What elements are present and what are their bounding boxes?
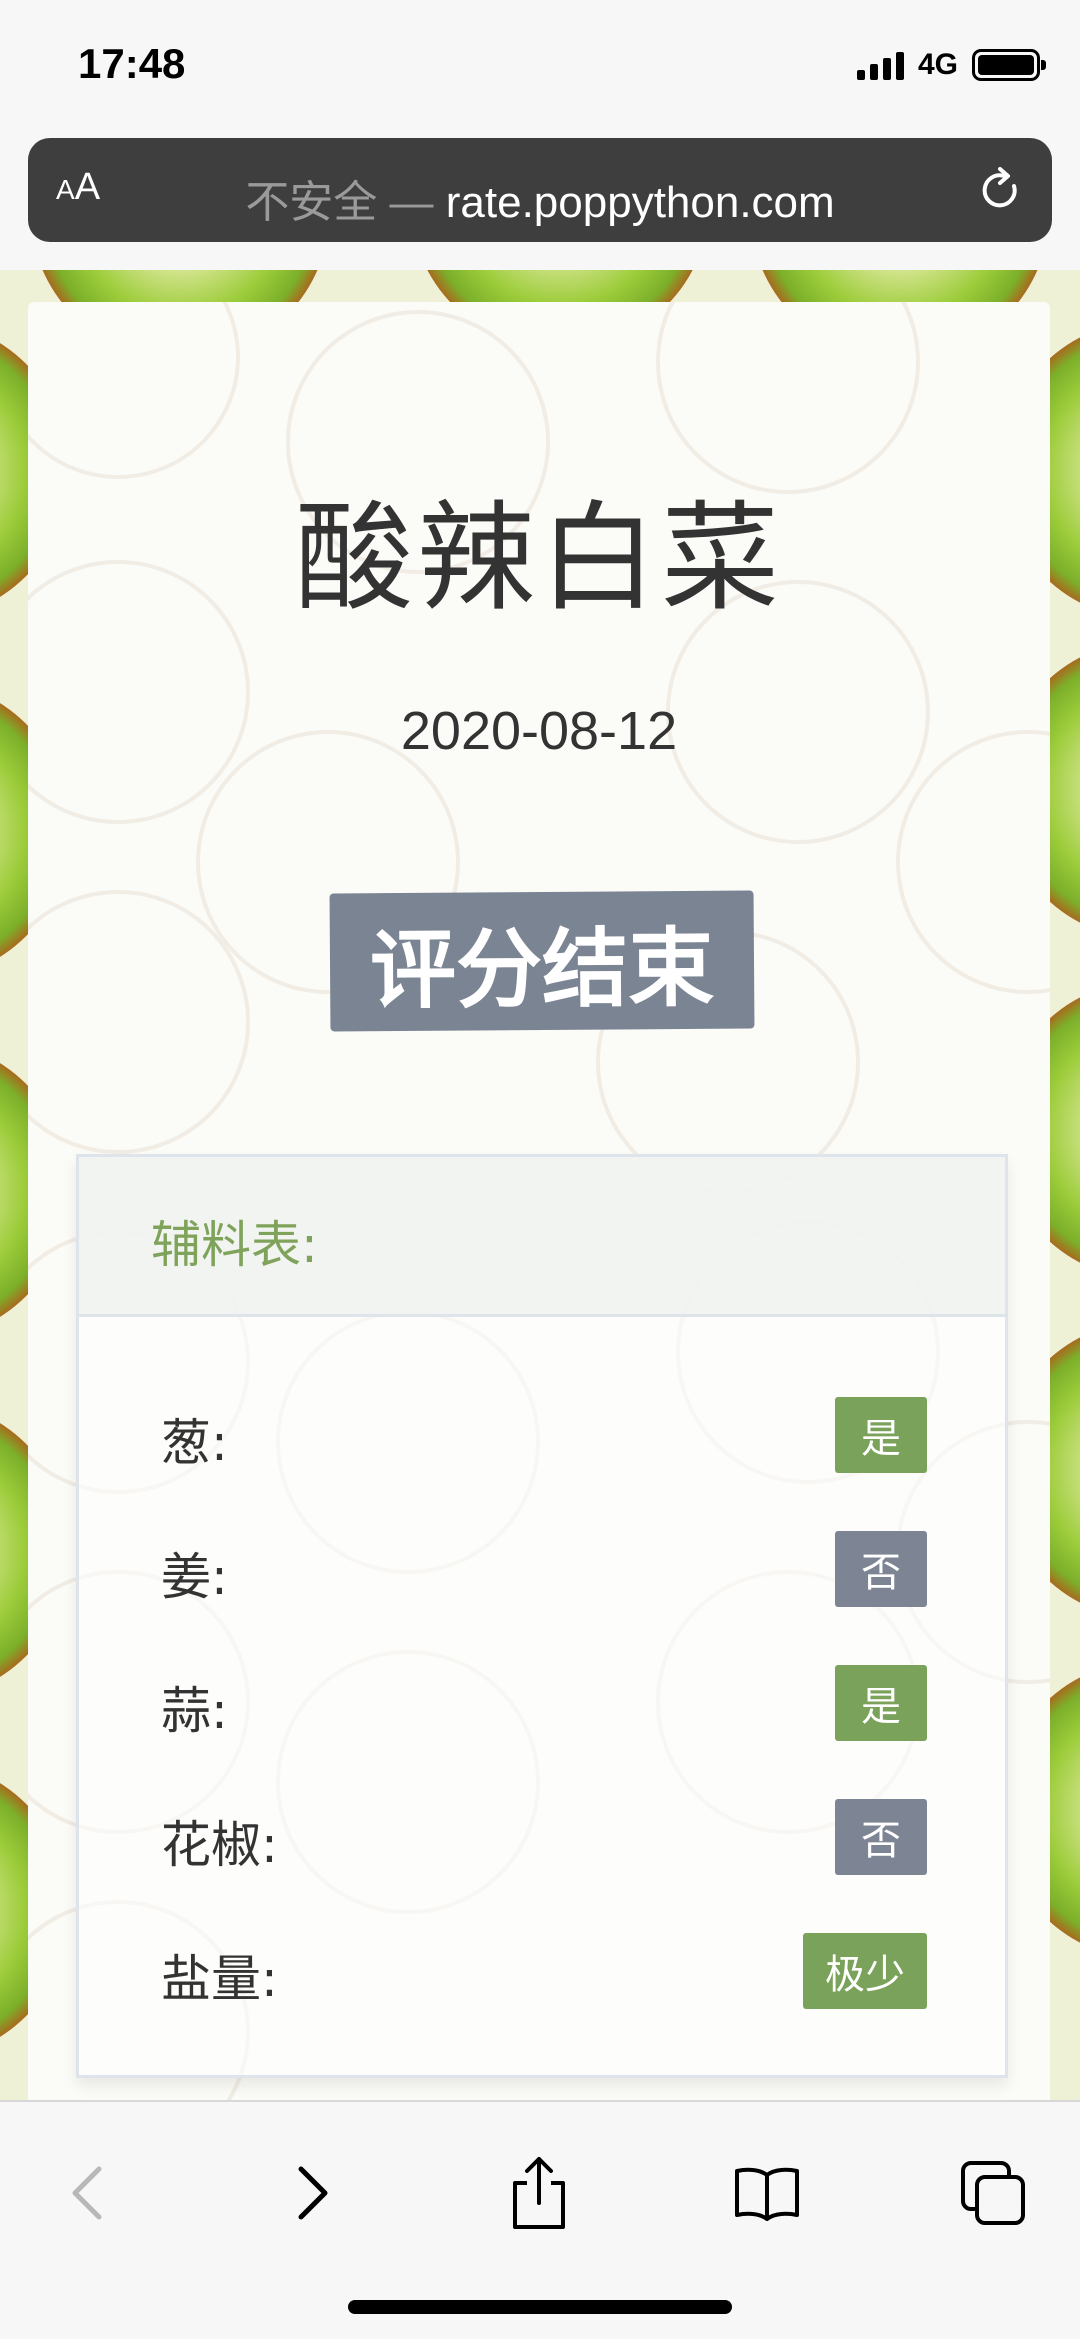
row-value-badge: 是 — [835, 1397, 927, 1473]
row-label: 姜: — [161, 1548, 228, 1606]
status-badge: 评分结束 — [329, 890, 755, 1032]
chevron-left-icon — [72, 2166, 102, 2220]
tabs-icon — [961, 2161, 1025, 2225]
content-card: 酸辣白菜 2020-08-12 评分结束 辅料表: 葱: 是 姜: 否 蒜: 是 — [28, 302, 1050, 2100]
row-label: 花椒: — [161, 1816, 278, 1874]
url-display[interactable]: 不安全 — rate.poppython.com — [28, 166, 1052, 230]
status-indicators: 4G — [856, 48, 1046, 82]
share-button[interactable] — [494, 2148, 584, 2238]
forward-button[interactable] — [268, 2148, 358, 2238]
table-header: 辅料表: — [79, 1157, 1005, 1317]
row-label: 盐量: — [161, 1950, 278, 2008]
network-label: 4G — [917, 48, 958, 81]
home-indicator[interactable] — [348, 2300, 732, 2314]
page-title: 酸辣白菜 — [294, 489, 783, 627]
table-row: 盐量: 极少 — [79, 1923, 1005, 2009]
bookmarks-button[interactable] — [722, 2148, 812, 2238]
row-value-badge: 否 — [835, 1531, 927, 1607]
page-date: 2020-08-12 — [400, 701, 678, 761]
row-label: 蒜: — [161, 1682, 228, 1740]
row-value-badge: 极少 — [803, 1933, 927, 2009]
url-domain: rate.poppython.com — [445, 178, 835, 227]
chevron-right-icon — [298, 2166, 328, 2220]
signal-icon — [856, 50, 904, 80]
status-bar: 17:48 4G — [0, 0, 1080, 132]
row-value-badge: 否 — [835, 1799, 927, 1875]
url-separator: — — [377, 178, 446, 227]
row-value-badge: 是 — [835, 1665, 927, 1741]
table-row: 葱: 是 — [79, 1387, 1005, 1473]
book-icon — [735, 2167, 799, 2221]
status-time: 17:48 — [78, 40, 186, 87]
share-icon — [513, 2157, 565, 2229]
back-button[interactable] — [42, 2148, 132, 2238]
address-bar[interactable]: AA 不安全 — rate.poppython.com — [28, 138, 1052, 242]
table-row: 蒜: 是 — [79, 1655, 1005, 1741]
battery-icon — [972, 49, 1046, 81]
tabs-button[interactable] — [948, 2148, 1038, 2238]
web-content: 酸辣白菜 2020-08-12 评分结束 辅料表: 葱: 是 姜: 否 蒜: 是 — [0, 270, 1080, 2100]
ingredients-table: 辅料表: 葱: 是 姜: 否 蒜: 是 花椒: 否 盐量: 极少 — [76, 1154, 1008, 2078]
security-label: 不安全 — [245, 178, 378, 227]
table-header-label: 辅料表: — [151, 1216, 318, 1274]
table-row: 姜: 否 — [79, 1521, 1005, 1607]
reload-icon[interactable] — [974, 164, 1026, 216]
table-row: 花椒: 否 — [79, 1789, 1005, 1875]
row-label: 葱: — [161, 1414, 228, 1472]
